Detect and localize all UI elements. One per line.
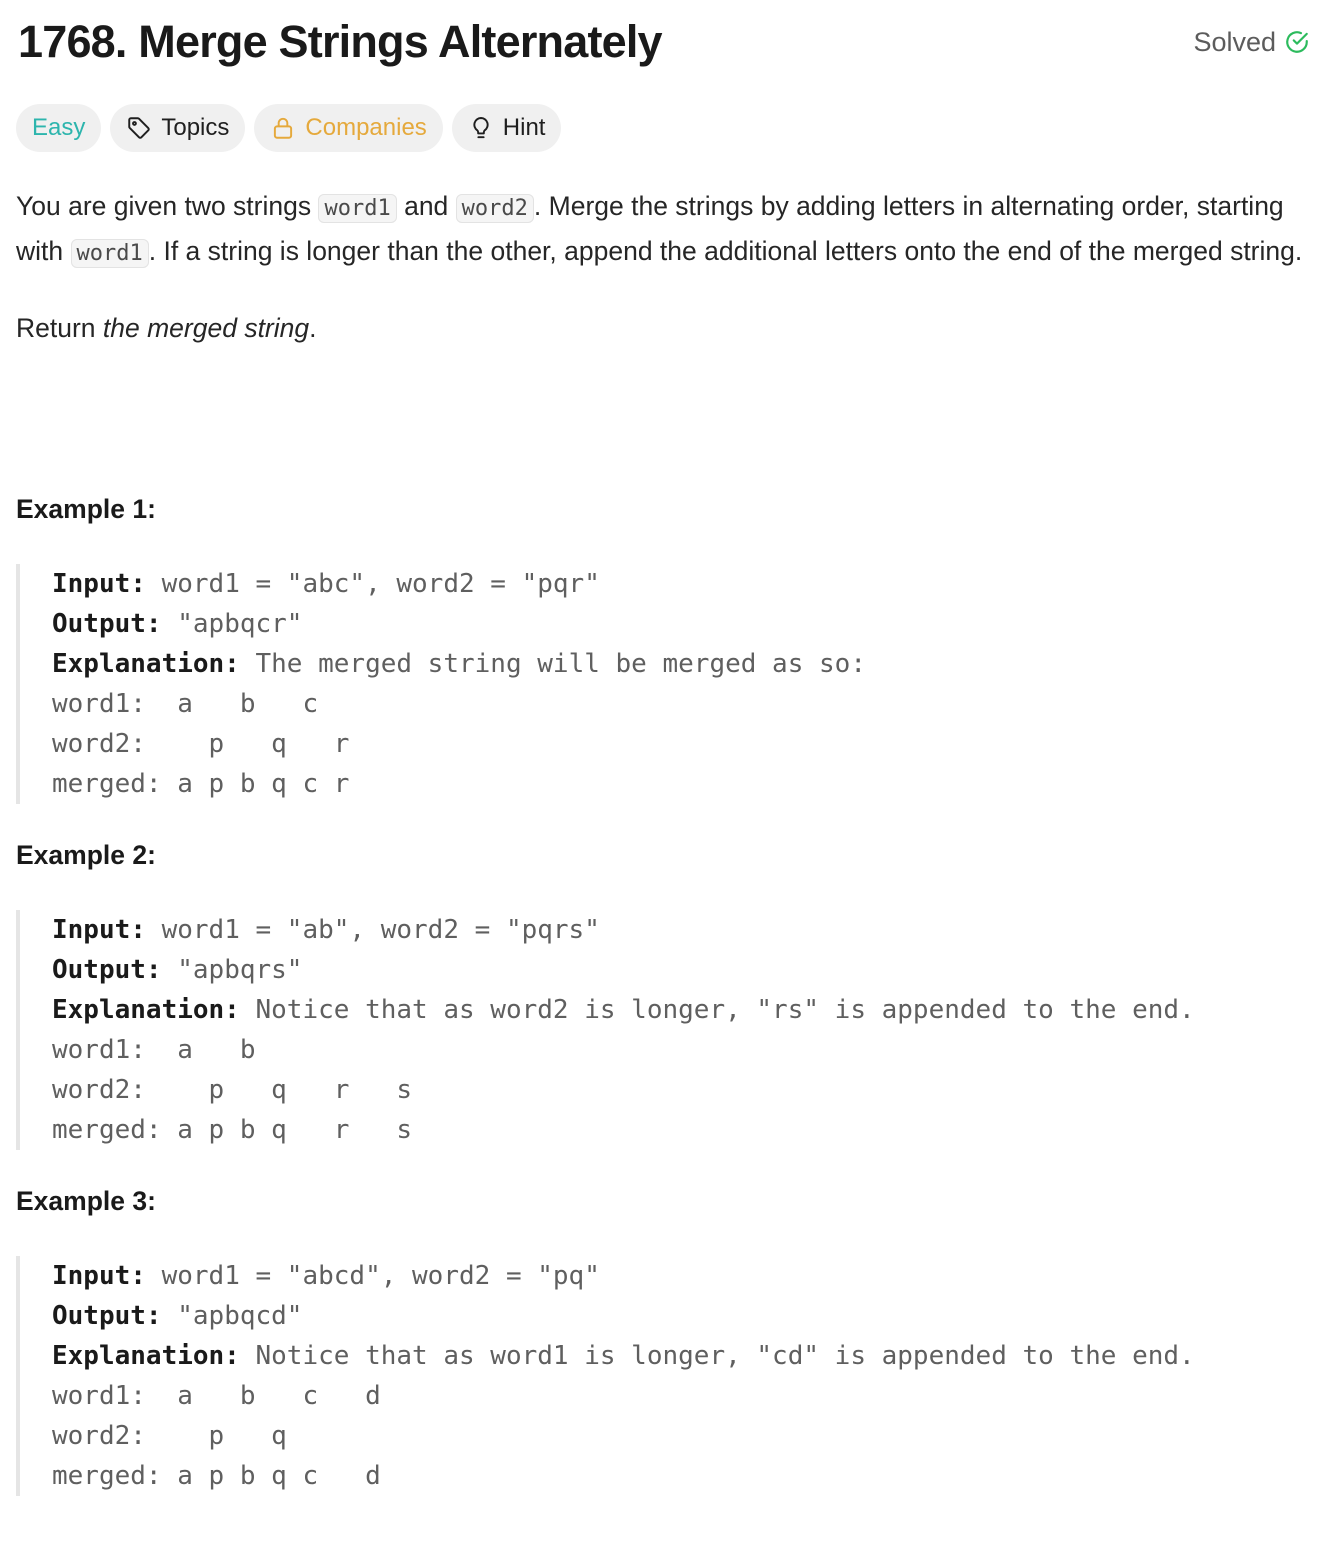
- inline-code: word1: [318, 194, 397, 223]
- difficulty-badge: Easy: [16, 104, 102, 152]
- example-code: Input: word1 = "abcd", word2 = "pq" Outp…: [52, 1256, 1316, 1496]
- description-paragraph: You are given two strings word1 and word…: [16, 185, 1316, 275]
- description-text: . If a string is longer than the other, …: [148, 236, 1303, 266]
- problem-header: 1768. Merge Strings Alternately Solved: [18, 12, 1310, 72]
- solved-status: Solved: [1193, 27, 1310, 58]
- word1-line: word1: a b: [52, 1035, 272, 1065]
- word1-line: word1: a b c d: [52, 1381, 381, 1411]
- topics-button[interactable]: Topics: [110, 104, 246, 152]
- problem-description: You are given two strings word1 and word…: [16, 185, 1316, 349]
- example-title: Example 2:: [16, 840, 156, 870]
- lightbulb-icon: [473, 117, 489, 139]
- return-paragraph: Return the merged string.: [16, 307, 1316, 349]
- explanation-label: Explanation:: [52, 1341, 240, 1371]
- companies-button[interactable]: Companies: [254, 104, 443, 152]
- input-label: Input:: [52, 1261, 146, 1291]
- word2-line: word2: p q r: [52, 729, 350, 759]
- explanation-label: Explanation:: [52, 995, 240, 1025]
- example-block: Input: word1 = "abc", word2 = "pqr" Outp…: [16, 564, 1316, 804]
- example-title: Example 1:: [16, 494, 156, 524]
- input-value: word1 = "abcd", word2 = "pq": [145, 1261, 600, 1291]
- output-label: Output:: [52, 609, 162, 639]
- return-text: .: [309, 313, 317, 343]
- merged-line: merged: a p b q c d: [52, 1461, 381, 1491]
- input-value: word1 = "abc", word2 = "pqr": [145, 569, 600, 599]
- output-label: Output:: [52, 955, 162, 985]
- return-text: Return: [16, 313, 103, 343]
- solved-label: Solved: [1193, 26, 1276, 57]
- problem-title: 1768. Merge Strings Alternately: [18, 16, 663, 67]
- companies-label: Companies: [305, 114, 427, 141]
- input-value: word1 = "ab", word2 = "pqrs": [145, 915, 600, 945]
- example-block: Input: word1 = "ab", word2 = "pqrs" Outp…: [16, 910, 1316, 1150]
- explanation-value: The merged string will be merged as so:: [239, 649, 866, 679]
- explanation-value: Notice that as word1 is longer, "cd" is …: [239, 1341, 1195, 1371]
- input-label: Input:: [52, 569, 146, 599]
- merged-line: merged: a p b q c r: [52, 769, 350, 799]
- inline-code: word2: [455, 194, 534, 223]
- explanation-value: Notice that as word2 is longer, "rs" is …: [239, 995, 1195, 1025]
- return-emphasis: the merged string: [102, 313, 310, 343]
- explanation-label: Explanation:: [52, 649, 240, 679]
- topics-label: Topics: [161, 114, 230, 141]
- output-value: "apbqcd": [161, 1301, 303, 1331]
- word2-line: word2: p q: [52, 1421, 303, 1451]
- inline-code: word1: [70, 239, 149, 268]
- output-value: "apbqcr": [161, 609, 303, 639]
- example-code: Input: word1 = "ab", word2 = "pqrs" Outp…: [52, 910, 1316, 1150]
- output-label: Output:: [52, 1301, 162, 1331]
- description-text: and: [396, 191, 456, 221]
- lock-icon: [274, 117, 293, 139]
- problem-tags: Easy Topics Companies Hint: [16, 104, 562, 152]
- word2-line: word2: p q r s: [52, 1075, 413, 1105]
- example-code: Input: word1 = "abc", word2 = "pqr" Outp…: [52, 564, 1316, 804]
- merged-line: merged: a p b q r s: [52, 1115, 413, 1145]
- hint-label: Hint: [502, 114, 546, 141]
- example-title: Example 3:: [16, 1186, 156, 1216]
- hint-button[interactable]: Hint: [451, 104, 562, 152]
- description-text: You are given two strings: [16, 191, 319, 221]
- example-block: Input: word1 = "abcd", word2 = "pq" Outp…: [16, 1256, 1316, 1496]
- output-value: "apbqrs": [161, 955, 303, 985]
- difficulty-label: Easy: [32, 114, 86, 141]
- tag-icon: [128, 117, 151, 139]
- check-circle-icon: [1286, 31, 1308, 53]
- input-label: Input:: [52, 915, 146, 945]
- word1-line: word1: a b c: [52, 689, 319, 719]
